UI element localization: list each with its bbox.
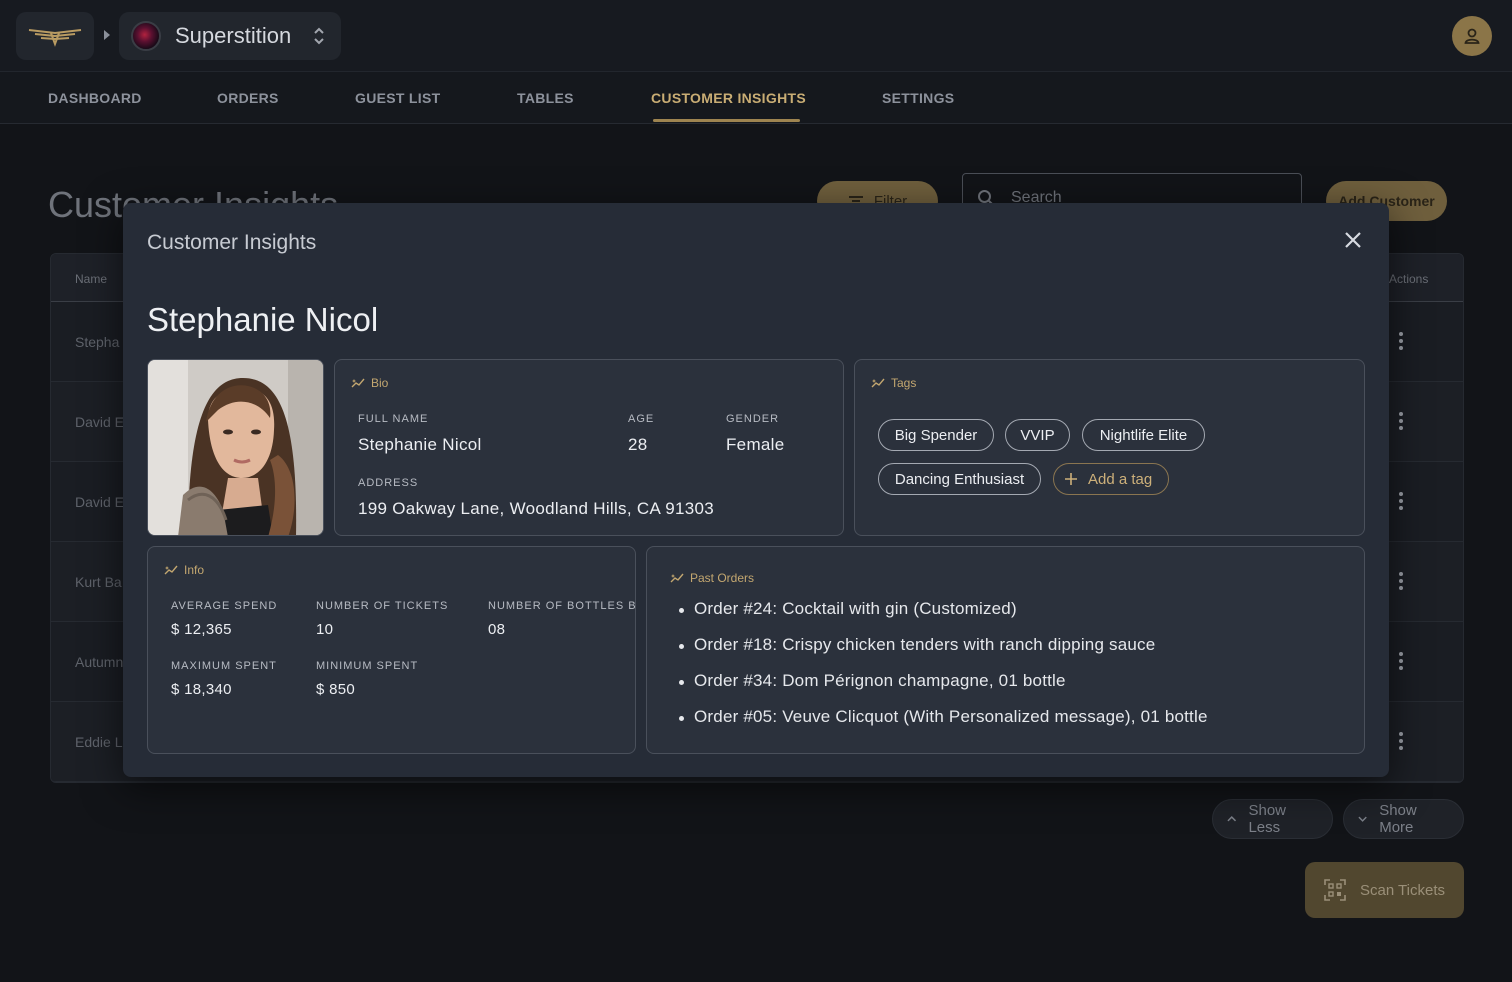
tags-label: Tags [891, 376, 917, 390]
show-more-button[interactable]: Show More [1343, 799, 1464, 839]
min-spent-value: $ 850 [316, 681, 356, 698]
bio-header: Bio [351, 376, 388, 390]
column-header-name: Name [75, 272, 108, 286]
column-header-actions: Actions [1389, 272, 1429, 286]
tab-customer-insights[interactable]: CUSTOMER INSIGHTS [651, 90, 806, 106]
past-orders-list: Order #24: Cocktail with gin (Customized… [677, 599, 1208, 743]
tags-header: Tags [871, 376, 916, 390]
row-name: David E [75, 494, 125, 510]
list-item: Order #05: Veuve Clicquot (With Personal… [677, 707, 1208, 743]
max-spent-value: $ 18,340 [171, 681, 232, 698]
more-actions-icon[interactable] [1399, 732, 1403, 753]
gender-value: Female [726, 435, 785, 454]
plus-icon [1065, 473, 1077, 485]
chevron-up-icon [1227, 816, 1237, 822]
max-spent-label: MAXIMUM SPENT [171, 660, 277, 672]
gender-label: GENDER [726, 413, 780, 425]
age-label: AGE [628, 413, 655, 425]
unfold-icon [314, 27, 324, 45]
top-bar: Superstition [0, 0, 1512, 72]
bio-card: Bio FULL NAME Stephanie Nicol AGE 28 GEN… [334, 359, 844, 536]
customer-insights-modal: Customer Insights Stephanie Nicol Bio FU… [123, 203, 1389, 777]
profile-button[interactable] [1452, 16, 1492, 56]
scan-tickets-label: Scan Tickets [1359, 881, 1446, 899]
min-spent-label: MINIMUM SPENT [316, 660, 419, 672]
tickets-value: 10 [316, 621, 334, 638]
row-name: David E [75, 414, 125, 430]
show-less-button[interactable]: Show Less [1212, 799, 1333, 839]
past-orders-header: Past Orders [670, 571, 754, 585]
full-name-label: FULL NAME [358, 413, 429, 425]
more-actions-icon[interactable] [1399, 492, 1403, 513]
tickets-label: NUMBER OF TICKETS [316, 600, 449, 612]
past-orders-card: Past Orders Order #24: Cocktail with gin… [646, 546, 1365, 754]
venue-name: Superstition [175, 23, 292, 48]
list-item: Order #24: Cocktail with gin (Customized… [677, 599, 1208, 635]
chevron-down-icon [1358, 816, 1367, 822]
bottles-value: 08 [488, 621, 506, 638]
bottles-label: NUMBER OF BOTTLES BO [488, 600, 635, 612]
address-label: ADDRESS [358, 477, 419, 489]
venue-avatar [131, 21, 161, 51]
portrait-image [148, 360, 323, 535]
bio-label: Bio [371, 376, 389, 390]
tag-chip[interactable]: Dancing Enthusiast [878, 463, 1041, 495]
average-spend-label: AVERAGE SPEND [171, 600, 278, 612]
average-spend-value: $ 12,365 [171, 621, 232, 638]
add-tag-label: Add a tag [1088, 470, 1153, 488]
tab-settings[interactable]: SETTINGS [882, 90, 954, 106]
list-item: Order #34: Dom Pérignon champagne, 01 bo… [677, 671, 1208, 707]
wings-logo-icon [28, 29, 82, 47]
user-icon [1464, 28, 1480, 44]
app-logo-button[interactable] [16, 12, 94, 60]
venue-selector[interactable]: Superstition [119, 12, 341, 60]
row-name: Stepha [75, 334, 120, 350]
info-header: Info [164, 563, 204, 577]
tab-tables[interactable]: TABLES [517, 90, 574, 106]
customer-photo [147, 359, 324, 536]
tags-card: Tags Big Spender VVIP Nightlife Elite Da… [854, 359, 1365, 536]
close-icon[interactable] [1341, 228, 1365, 252]
past-orders-label: Past Orders [690, 571, 755, 585]
row-name: Kurt Ba [75, 574, 122, 590]
qr-scan-icon [1324, 879, 1346, 901]
tag-chip[interactable]: Big Spender [878, 419, 994, 451]
main-nav: DASHBOARD ORDERS GUEST LIST TABLES CUSTO… [0, 72, 1512, 124]
address-value: 199 Oakway Lane, Woodland Hills, CA 9130… [358, 499, 714, 518]
add-tag-button[interactable]: Add a tag [1053, 463, 1169, 495]
more-actions-icon[interactable] [1399, 412, 1403, 433]
active-tab-indicator [653, 119, 800, 122]
age-value: 28 [628, 435, 648, 454]
sparkle-chart-icon [351, 378, 365, 388]
show-more-label: Show More [1379, 802, 1417, 836]
tab-dashboard[interactable]: DASHBOARD [48, 90, 142, 106]
row-name: Eddie L [75, 734, 123, 750]
breadcrumb-arrow-icon [104, 30, 110, 40]
more-actions-icon[interactable] [1399, 572, 1403, 593]
row-name: Autumn [75, 654, 124, 670]
sparkle-chart-icon [871, 378, 885, 388]
more-actions-icon[interactable] [1399, 332, 1403, 353]
more-actions-icon[interactable] [1399, 652, 1403, 673]
tag-chip[interactable]: VVIP [1005, 419, 1070, 451]
info-card: Info AVERAGE SPEND $ 12,365 NUMBER OF TI… [147, 546, 636, 754]
modal-title: Customer Insights [147, 231, 317, 254]
tag-chip[interactable]: Nightlife Elite [1082, 419, 1205, 451]
customer-name: Stephanie Nicol [147, 301, 379, 338]
scan-tickets-button[interactable]: Scan Tickets [1305, 862, 1464, 918]
tab-guest-list[interactable]: GUEST LIST [355, 90, 440, 106]
info-label: Info [184, 563, 205, 577]
list-item: Order #18: Crispy chicken tenders with r… [677, 635, 1208, 671]
full-name-value: Stephanie Nicol [358, 435, 482, 454]
sparkle-chart-icon [670, 573, 684, 583]
show-less-label: Show Less [1248, 802, 1286, 836]
sparkle-chart-icon [164, 565, 178, 575]
tab-orders[interactable]: ORDERS [217, 90, 279, 106]
